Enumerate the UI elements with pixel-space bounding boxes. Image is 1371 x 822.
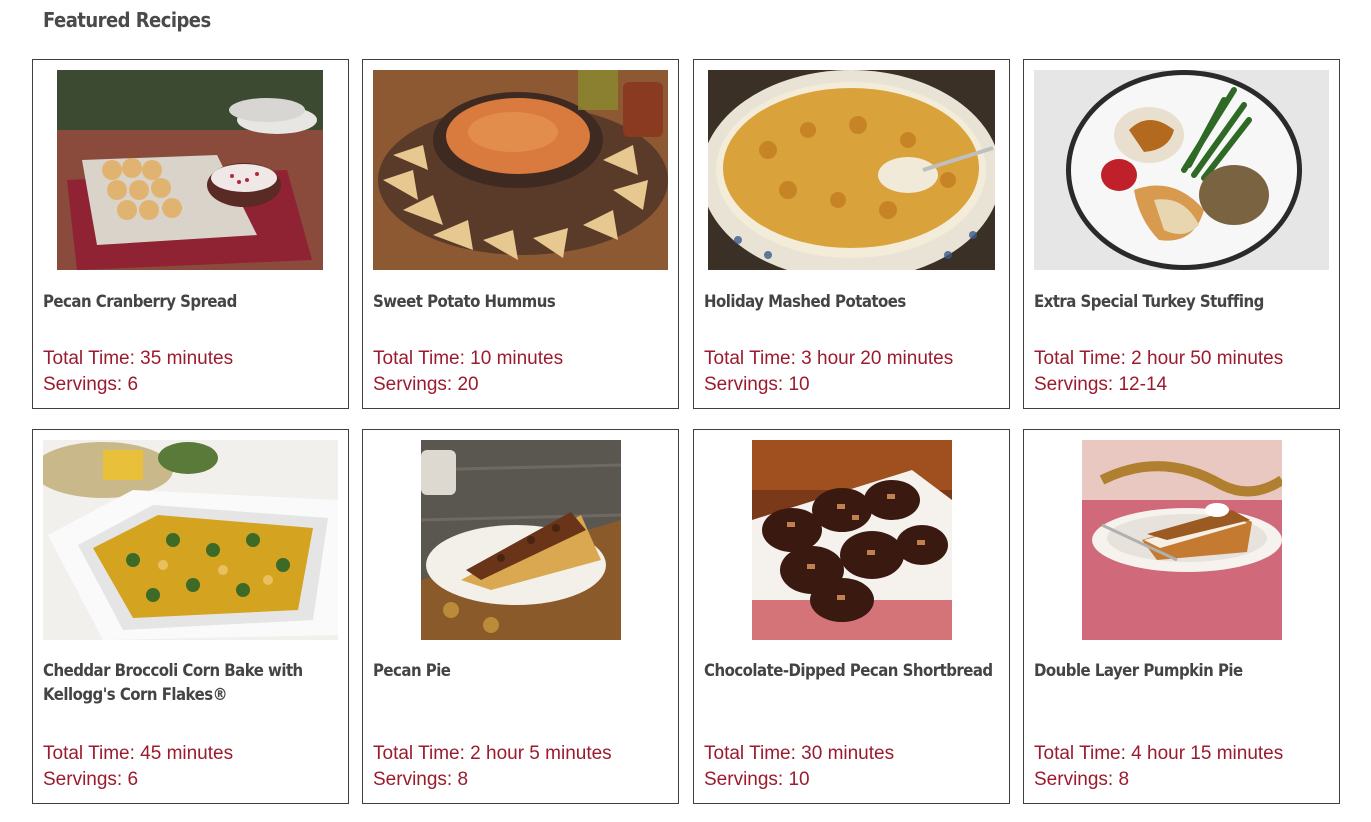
recipe-card[interactable]: Extra Special Turkey Stuffing Total Time… <box>1023 59 1340 409</box>
recipe-meta: Total Time: 35 minutes Servings: 6 <box>43 346 233 398</box>
recipe-photo[interactable] <box>373 70 668 270</box>
recipe-card[interactable]: Chocolate-Dipped Pecan Shortbread Total … <box>693 429 1010 804</box>
recipe-photo[interactable] <box>421 440 621 640</box>
total-time: Total Time: 2 hour 5 minutes <box>373 743 612 764</box>
recipe-card[interactable]: Pecan Pie Total Time: 2 hour 5 minutes S… <box>362 429 679 804</box>
recipe-title[interactable]: Holiday Mashed Potatoes <box>704 290 1003 314</box>
section-title: Featured Recipes <box>43 8 211 32</box>
total-time: Total Time: 30 minutes <box>704 743 895 764</box>
recipe-meta: Total Time: 3 hour 20 minutes Servings: … <box>704 346 953 398</box>
recipe-title[interactable]: Cheddar Broccoli Corn Bake with Kellogg'… <box>43 659 342 707</box>
servings: Servings: 20 <box>373 374 479 395</box>
total-time: Total Time: 2 hour 50 minutes <box>1034 348 1284 369</box>
recipe-meta: Total Time: 45 minutes Servings: 6 <box>43 741 233 793</box>
recipe-photo[interactable] <box>708 70 995 270</box>
recipe-photo[interactable] <box>57 70 323 270</box>
recipe-meta: Total Time: 4 hour 15 minutes Servings: … <box>1034 741 1283 793</box>
recipe-meta: Total Time: 2 hour 5 minutes Servings: 8 <box>373 741 612 793</box>
servings: Servings: 10 <box>704 769 810 790</box>
total-time: Total Time: 10 minutes <box>373 348 564 369</box>
total-time: Total Time: 3 hour 20 minutes <box>704 348 954 369</box>
recipe-card[interactable]: Sweet Potato Hummus Total Time: 10 minut… <box>362 59 679 409</box>
recipe-photo[interactable] <box>752 440 952 640</box>
servings: Servings: 6 <box>43 769 139 790</box>
recipe-title[interactable]: Double Layer Pumpkin Pie <box>1034 659 1333 683</box>
recipe-title[interactable]: Extra Special Turkey Stuffing <box>1034 290 1333 314</box>
recipe-card[interactable]: Double Layer Pumpkin Pie Total Time: 4 h… <box>1023 429 1340 804</box>
recipe-photo[interactable] <box>1034 70 1329 270</box>
recipe-title[interactable]: Sweet Potato Hummus <box>373 290 672 314</box>
servings: Servings: 8 <box>1034 769 1130 790</box>
servings: Servings: 12-14 <box>1034 374 1168 395</box>
recipe-meta: Total Time: 10 minutes Servings: 20 <box>373 346 563 398</box>
recipe-photo[interactable] <box>43 440 338 640</box>
recipe-card[interactable]: Holiday Mashed Potatoes Total Time: 3 ho… <box>693 59 1010 409</box>
total-time: Total Time: 45 minutes <box>43 743 234 764</box>
servings: Servings: 8 <box>373 769 469 790</box>
total-time: Total Time: 4 hour 15 minutes <box>1034 743 1284 764</box>
recipe-title[interactable]: Chocolate-Dipped Pecan Shortbread <box>704 659 1003 683</box>
recipe-card[interactable]: Cheddar Broccoli Corn Bake with Kellogg'… <box>32 429 349 804</box>
recipe-photo[interactable] <box>1082 440 1282 640</box>
recipe-meta: Total Time: 2 hour 50 minutes Servings: … <box>1034 346 1283 398</box>
recipe-title[interactable]: Pecan Pie <box>373 659 672 683</box>
servings: Servings: 6 <box>43 374 139 395</box>
servings: Servings: 10 <box>704 374 810 395</box>
recipe-meta: Total Time: 30 minutes Servings: 10 <box>704 741 894 793</box>
recipe-card[interactable]: Pecan Cranberry Spread Total Time: 35 mi… <box>32 59 349 409</box>
total-time: Total Time: 35 minutes <box>43 348 234 369</box>
recipe-title[interactable]: Pecan Cranberry Spread <box>43 290 342 314</box>
